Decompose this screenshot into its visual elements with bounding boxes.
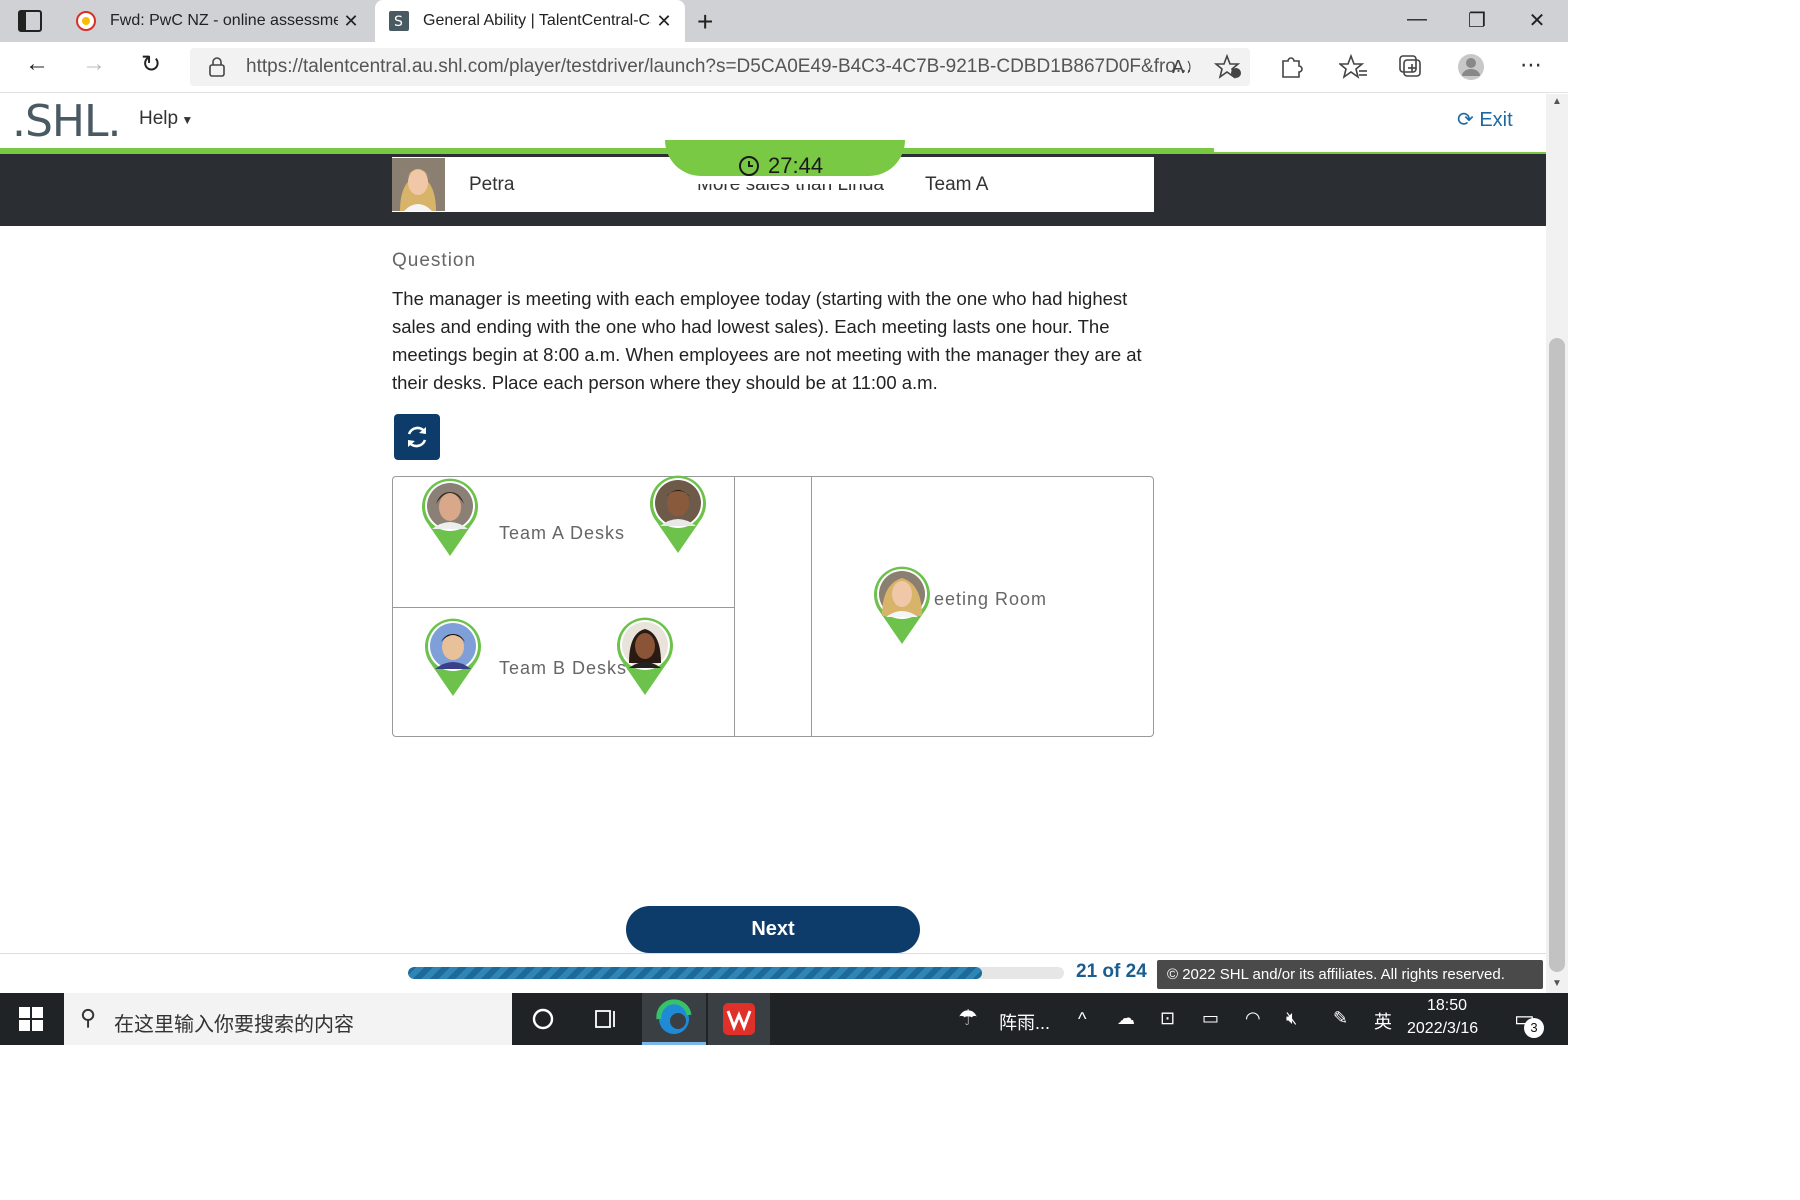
reset-button[interactable] <box>394 414 440 460</box>
desk-divider <box>393 607 734 608</box>
add-favorite-icon[interactable] <box>1214 53 1244 81</box>
pen-icon[interactable]: ✎ <box>1333 1008 1348 1029</box>
forward-icon[interactable]: → <box>77 50 111 78</box>
caret-down-icon: ▼ <box>178 113 194 127</box>
tab-label: Fwd: PwC NZ - online assessmen <box>110 12 338 29</box>
next-button[interactable]: Next <box>626 906 920 953</box>
svg-text:A: A <box>1172 57 1185 78</box>
restore-icon[interactable]: ❐ <box>1462 8 1492 33</box>
security-icon[interactable]: ⊡ <box>1160 1008 1175 1029</box>
employee-pin[interactable] <box>421 614 485 698</box>
edge-icon <box>656 999 692 1034</box>
footer-divider <box>0 953 1546 954</box>
taskbar-edge-app[interactable] <box>642 993 706 1045</box>
close-window-icon[interactable]: ✕ <box>1522 8 1552 33</box>
scrollbar-thumb[interactable] <box>1549 338 1565 972</box>
team-b-desks-zone[interactable]: Team B Desks <box>499 658 627 679</box>
close-tab-icon[interactable]: ✕ <box>651 11 677 32</box>
shl-logo: .SHL. <box>12 96 122 147</box>
task-view-icon[interactable] <box>594 1007 620 1031</box>
gmail-icon <box>76 11 96 31</box>
extensions-icon[interactable] <box>1276 53 1306 81</box>
new-tab-icon[interactable]: + <box>697 6 723 38</box>
notification-count-badge: 3 <box>1524 1018 1544 1038</box>
employee-pin[interactable] <box>646 471 710 555</box>
employee-team: Team A <box>925 174 989 195</box>
collections-icon[interactable] <box>1397 53 1427 81</box>
timer-value: 27:44 <box>768 153 824 178</box>
close-tab-icon[interactable]: ✕ <box>338 11 364 32</box>
employee-pin-petra[interactable] <box>870 562 934 646</box>
refresh-icon[interactable]: ↻ <box>134 50 168 79</box>
svg-text:S: S <box>394 14 403 30</box>
cortana-icon[interactable] <box>531 1007 555 1031</box>
employee-pin[interactable] <box>418 474 482 558</box>
progress-text: 21 of 24 <box>1076 961 1147 982</box>
volume-muted-icon[interactable]: 🔇︎ <box>1286 1008 1297 1029</box>
battery-icon[interactable]: ▭ <box>1202 1008 1219 1029</box>
progress-fill <box>408 967 982 979</box>
employee-name: Petra <box>469 174 515 195</box>
onedrive-icon[interactable]: ☁ <box>1117 1008 1135 1029</box>
meeting-room-zone[interactable]: Meeting Room <box>918 589 1048 610</box>
exit-button[interactable]: ⟳ Exit <box>1457 107 1513 132</box>
profile-avatar-icon[interactable] <box>1456 53 1486 81</box>
minimize-icon[interactable]: — <box>1402 8 1432 31</box>
reset-icon <box>407 426 427 448</box>
tab-label: General Ability | TalentCentral-Ca <box>423 12 651 29</box>
team-a-desks-zone[interactable]: Team A Desks <box>499 523 625 544</box>
taskbar-wps-app[interactable] <box>708 993 770 1045</box>
question-heading: Question <box>392 250 477 271</box>
question-text: The manager is meeting with each employe… <box>392 288 1142 393</box>
exit-icon: ⟳ <box>1457 109 1480 131</box>
weather-icon[interactable]: ☂ <box>958 1005 978 1031</box>
room-divider <box>734 477 735 737</box>
taskbar-search-placeholder: 在这里输入你要搜索的内容 <box>114 1014 354 1036</box>
copyright-notice: © 2022 SHL and/or its affiliates. All ri… <box>1157 960 1543 989</box>
progress-bar <box>408 967 1064 979</box>
employee-pin[interactable] <box>613 613 677 697</box>
weather-text[interactable]: 阵雨... <box>999 1009 1050 1035</box>
help-label: Help <box>139 108 179 129</box>
read-aloud-icon[interactable]: A <box>1168 53 1198 81</box>
back-icon[interactable]: ← <box>20 50 54 78</box>
room-divider <box>811 477 812 737</box>
header-accent-gap <box>1214 148 1546 152</box>
wps-icon <box>723 1003 755 1035</box>
tab-actions-icon[interactable] <box>18 10 42 32</box>
help-menu[interactable]: Help ▼ <box>139 108 193 130</box>
favorites-icon[interactable] <box>1339 53 1369 81</box>
petra-avatar <box>392 158 445 211</box>
show-hidden-icons-icon[interactable]: ^ <box>1078 1009 1086 1030</box>
scroll-up-icon[interactable]: ▲ <box>1552 96 1562 107</box>
url-text[interactable]: https://talentcentral.au.shl.com/player/… <box>246 56 1192 78</box>
wifi-icon[interactable]: ◠ <box>1245 1008 1261 1029</box>
meeting-room-label: Meeting Room <box>918 589 1048 609</box>
clock-time[interactable]: 18:50 <box>1427 997 1467 1015</box>
ime-indicator[interactable]: 英 <box>1374 1008 1392 1034</box>
lock-icon[interactable] <box>207 56 227 78</box>
more-menu-icon[interactable]: ⋯ <box>1520 52 1542 78</box>
browser-tab-shl[interactable]: S General Ability | TalentCentral-Ca ✕ <box>375 0 685 42</box>
clock-date[interactable]: 2022/3/16 <box>1407 1020 1478 1038</box>
windows-start-icon[interactable] <box>19 1007 43 1031</box>
exit-label: Exit <box>1479 109 1513 131</box>
countdown-timer: 27:44 <box>738 153 823 179</box>
scroll-down-icon[interactable]: ▼ <box>1552 978 1562 989</box>
shl-favicon-icon: S <box>389 11 409 31</box>
search-icon: ⚲ <box>80 1005 97 1030</box>
clock-icon <box>739 156 759 176</box>
browser-tab-gmail[interactable]: Fwd: PwC NZ - online assessmen ✕ <box>62 0 372 42</box>
